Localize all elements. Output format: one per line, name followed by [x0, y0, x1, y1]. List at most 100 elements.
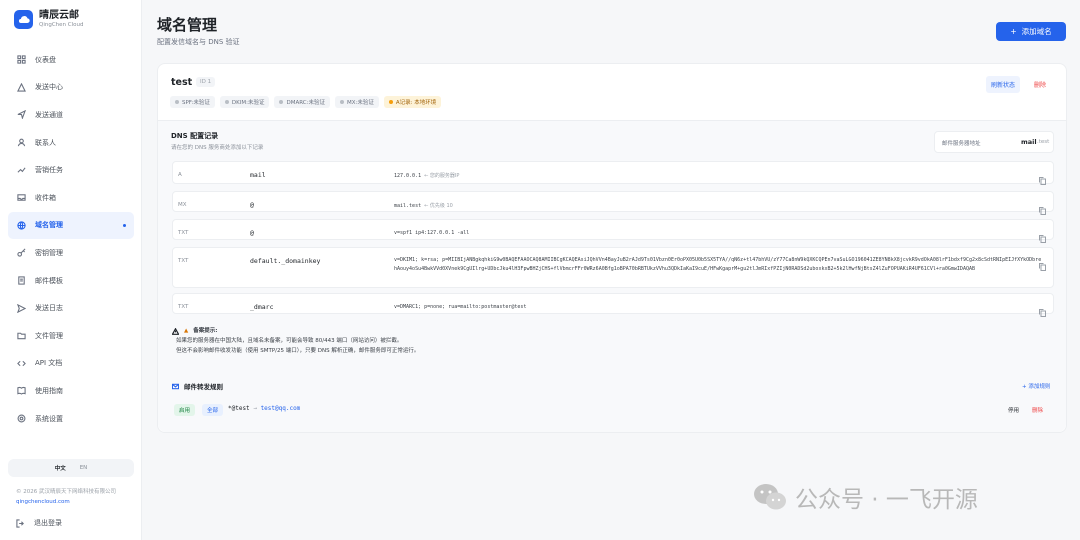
sidebar-item-keys[interactable]: 密钥管理: [8, 239, 134, 267]
record-host: default._domainkey: [250, 257, 321, 265]
warning-mark: ▲: [184, 328, 189, 334]
record-host: @: [250, 229, 254, 237]
sidebar-item-inbox[interactable]: 收件箱: [8, 184, 134, 212]
record-host: @: [250, 201, 254, 209]
sidebar-item-send-center[interactable]: 发送中心: [8, 74, 134, 102]
notice-title-row: ▲ 备案提示:: [172, 326, 419, 336]
code-icon: [17, 360, 26, 366]
sidebar-item-send-logs[interactable]: 发送日志: [8, 294, 134, 322]
lang-zh[interactable]: 中文: [55, 464, 66, 472]
sidebar: 晴辰云邮 QingChen Cloud 仪表盘 发送中心 发送通道 联系人 营销…: [0, 0, 142, 540]
sidebar-item-label: 发送中心: [35, 83, 63, 92]
watermark-text: 公众号 · 一飞开源: [795, 487, 978, 513]
lang-en[interactable]: EN: [80, 465, 88, 471]
record-value: mail.test: [394, 203, 422, 209]
verification-badges: SPF:未验证 DKIM:未验证 DMARC:未验证 MX:未验证 A记录: 本…: [170, 96, 442, 108]
record-value: v=spf1 ip4:127.0.0.1 -all: [394, 230, 470, 236]
badge-label: DKIM:未验证: [231, 100, 265, 106]
copyright-text: © 2026 武汉晴辰天下网络科技有限公司: [16, 489, 116, 495]
key-icon: [17, 248, 26, 258]
cloud-logo-icon: [14, 10, 33, 29]
delete-rule-button[interactable]: 删除: [1032, 406, 1043, 414]
site-link[interactable]: qingchencloud.com: [16, 497, 116, 507]
wechat-icon: [754, 484, 786, 510]
task-icon: [17, 167, 26, 173]
sidebar-item-templates[interactable]: 邮件模板: [8, 267, 134, 295]
rule-text: *@test → test@qq.com: [228, 405, 300, 412]
status-dot: [388, 100, 393, 104]
gear-icon: [17, 414, 26, 423]
badge-label: MX:未验证: [346, 100, 374, 106]
logout-icon: [16, 518, 24, 528]
notice-line: 如果您的服务器在中国大陆，且域名未备案，可能会导致 80/443 端口（网站访问…: [176, 338, 403, 344]
sidebar-item-contacts[interactable]: 联系人: [8, 129, 134, 157]
record-host: _dmarc: [250, 303, 274, 311]
sidebar-item-dashboard[interactable]: 仪表盘: [8, 46, 134, 74]
badge-label: A记录: 本地环境: [395, 100, 437, 106]
forwarding-title: 邮件转发规则: [184, 383, 223, 391]
brand-subtitle: QingChen Cloud: [39, 22, 84, 28]
add-domain-button[interactable]: + 添加域名: [996, 22, 1066, 41]
inbox-icon: [17, 194, 26, 202]
sidebar-item-label: 使用指南: [35, 386, 63, 395]
record-type: TXT: [178, 304, 189, 310]
sidebar-item-label: 收件箱: [35, 193, 56, 202]
channel-icon: [17, 110, 26, 120]
record-type: A: [178, 172, 182, 178]
page-title: 域名管理: [157, 16, 218, 34]
forwarding-header: 邮件转发规则: [172, 381, 223, 391]
sidebar-item-api-docs[interactable]: API 文档: [8, 350, 134, 378]
refresh-status-button[interactable]: 刷新状态: [986, 76, 1021, 93]
globe-icon: [17, 221, 26, 230]
log-icon: [17, 303, 26, 313]
sidebar-item-label: 文件管理: [35, 331, 63, 340]
rule-scope-badge: 全部: [202, 404, 224, 416]
disable-rule-button[interactable]: 停用: [1008, 406, 1019, 414]
grid-icon: [17, 55, 26, 64]
logout-label: 退出登录: [34, 519, 62, 527]
record-hint: ← 您的服务器IP: [424, 173, 460, 179]
record-host: mail: [250, 171, 266, 179]
sidebar-item-campaigns[interactable]: 营销任务: [8, 156, 134, 184]
copy-icon[interactable]: [1039, 302, 1046, 317]
dns-subtitle: 请在您的 DNS 服务商处添加以下记录: [171, 145, 264, 151]
dns-record-row: A mail 127.0.0.1 ← 您的服务器IP: [172, 161, 1054, 185]
language-switch: 中文 EN: [8, 459, 134, 477]
book-icon: [17, 387, 26, 396]
mail-server-field[interactable]: 邮件服务器地址 mail .test: [934, 131, 1054, 153]
mx-status-badge: MX:未验证: [334, 96, 379, 108]
sidebar-item-label: 联系人: [35, 138, 56, 147]
sidebar-item-label: 发送通道: [35, 110, 63, 119]
sidebar-item-channels[interactable]: 发送通道: [8, 101, 134, 129]
user-icon: [17, 138, 26, 147]
mail-server-value: mail: [1021, 138, 1037, 146]
plus-icon: +: [1010, 27, 1017, 36]
logout-button[interactable]: 退出登录: [16, 518, 62, 528]
record-value: v=DMARC1; p=none; rua=mailto:postmaster@…: [394, 304, 527, 310]
spf-status-badge: SPF:未验证: [170, 96, 215, 108]
dns-record-row: MX @ mail.test ← 优先级 10: [172, 191, 1054, 215]
domain-name: test: [171, 77, 193, 88]
delete-domain-button[interactable]: 删除: [1034, 80, 1046, 89]
a-record-status-badge: A记录: 本地环境: [383, 96, 442, 108]
sidebar-item-guide[interactable]: 使用指南: [8, 377, 134, 405]
status-dot: [224, 100, 229, 104]
copy-icon[interactable]: [1039, 170, 1046, 185]
add-rule-button[interactable]: + 添加规则: [1022, 382, 1050, 390]
sidebar-item-domains[interactable]: 域名管理: [8, 211, 134, 240]
copy-icon[interactable]: [1039, 200, 1046, 215]
status-dot: [279, 100, 284, 104]
record-value: 127.0.0.1: [394, 173, 422, 179]
dkim-status-badge: DKIM:未验证: [219, 96, 270, 108]
forwarding-rule-row: 启用 全部 *@test → test@qq.com 停用 删除: [171, 400, 1055, 418]
brand-name: 晴辰云邮: [39, 10, 79, 21]
brand[interactable]: 晴辰云邮 QingChen Cloud: [14, 10, 84, 29]
record-value-cell: mail.test ← 优先级 10: [394, 202, 453, 209]
copy-icon[interactable]: [1039, 228, 1046, 243]
sidebar-item-files[interactable]: 文件管理: [8, 322, 134, 350]
rule-status-badge: 启用: [174, 404, 196, 416]
sidebar-item-settings[interactable]: 系统设置: [8, 405, 134, 433]
sidebar-item-label: 营销任务: [35, 166, 63, 175]
copy-icon[interactable]: [1039, 256, 1046, 271]
sidebar-item-label: 仪表盘: [35, 55, 56, 64]
